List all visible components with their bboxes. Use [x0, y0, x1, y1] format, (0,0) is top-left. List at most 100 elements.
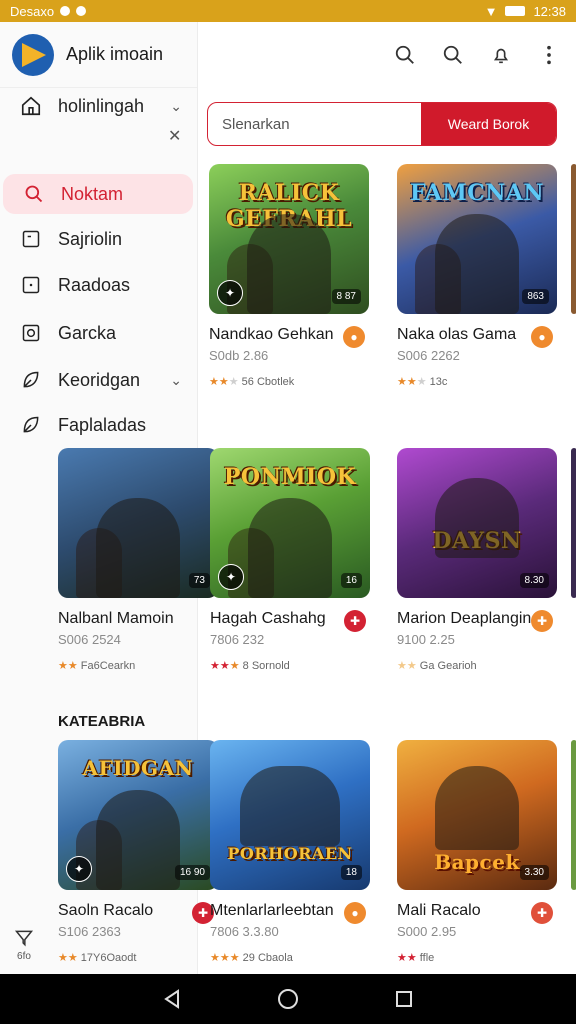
sidebar-home-header[interactable]: holinlingah ⌄ — [0, 86, 198, 126]
game-subtitle: 9100 2.25 — [397, 632, 455, 647]
game-card[interactable]: Bapcek 3.30 Mali Racalo S000 2.95 ★★ ffl… — [397, 740, 557, 964]
game-badge: 3.30 — [519, 865, 549, 880]
star-icon: ★ — [229, 660, 240, 672]
sidebar-item-label: Raadoas — [58, 274, 131, 295]
app-brand[interactable]: Aplik imoain — [0, 22, 197, 88]
add-icon[interactable]: ✚ — [531, 610, 553, 632]
game-subtitle: S106 2363 — [58, 924, 121, 939]
star-icon: ★★ — [58, 660, 78, 672]
star-icon: ★★ — [397, 660, 417, 672]
search-bar: Weard Borok — [207, 102, 557, 146]
next-card-peek[interactable] — [571, 448, 576, 598]
game-thumbnail[interactable]: Bapcek 3.30 — [397, 740, 557, 890]
game-title-art: FAMCNAN — [409, 180, 545, 206]
game-title-art: PONMIOK — [223, 464, 357, 490]
chevron-down-icon: ⌄ — [170, 97, 182, 114]
wifi-icon: ▼ — [484, 3, 498, 19]
game-subtitle: 7806 3.3.80 — [210, 924, 279, 939]
game-rating: ★★★ 56 Cbotlek — [209, 376, 295, 388]
game-thumbnail[interactable]: AFIDGAN ✦ 16 90 — [58, 740, 218, 890]
square-dot-icon — [20, 274, 42, 296]
game-badge: 16 90 — [174, 865, 210, 880]
game-card[interactable]: FAMCNAN 863 Naka olas Gama S006 2262 ★★★… — [397, 164, 557, 388]
home-icon — [21, 96, 41, 116]
section-title: KATEABRIA — [58, 713, 146, 730]
star-icon: ★★ — [397, 376, 417, 388]
game-name: Hagah Cashahg — [210, 610, 326, 627]
next-card-peek[interactable] — [571, 164, 576, 314]
sidebar-item-0[interactable]: Noktam — [3, 174, 193, 214]
game-rating: ★★ Fa6Cearkn — [58, 660, 136, 672]
more-vert-icon[interactable] — [536, 42, 562, 68]
notification-icon — [76, 6, 87, 16]
app-logo-icon — [12, 33, 54, 76]
game-thumbnail[interactable]: FAMCNAN 863 — [397, 164, 557, 314]
star-icon: ★★ — [397, 952, 417, 964]
game-card[interactable]: 73 Nalbanl Mamoin S006 2524 ★★ Fa6Cearkn — [58, 448, 218, 672]
toolbar — [392, 42, 562, 68]
game-thumbnail[interactable]: 73 — [58, 448, 218, 598]
game-title-art: PORHORAEN — [227, 844, 353, 863]
home-circle-icon[interactable] — [276, 987, 300, 1011]
feedback-button[interactable]: 6fo — [14, 928, 34, 962]
add-icon[interactable]: ✚ — [531, 902, 553, 924]
sidebar-item-label: Noktam — [61, 183, 124, 204]
next-card-peek[interactable] — [571, 740, 576, 890]
game-name: Mali Racalo — [397, 902, 481, 919]
sidebar-item-label: Garcka — [58, 322, 117, 343]
game-subtitle: S006 2524 — [58, 632, 121, 647]
search-button[interactable]: Weard Borok — [421, 103, 556, 145]
game-thumbnail[interactable]: DAYSN 8.30 — [397, 448, 557, 598]
sidebar-item-3[interactable]: Garcka — [0, 313, 198, 353]
add-icon[interactable]: ✚ — [344, 610, 366, 632]
game-rating: ★★★ 8 Sornold — [210, 660, 290, 672]
leaf-icon — [20, 414, 42, 436]
sidebar-item-1[interactable]: Sajriolin — [0, 219, 198, 259]
game-card[interactable]: RALICK GEFRAHL ✦ 8 87 Nandkao Gehkan S0d… — [209, 164, 369, 388]
notification-icon — [60, 6, 71, 16]
add-icon[interactable]: ● — [344, 902, 366, 924]
bell-icon[interactable] — [488, 42, 514, 68]
game-rating: ★★ 17Y6Oaodt — [58, 952, 137, 964]
add-icon[interactable]: ● — [343, 326, 365, 348]
game-card[interactable]: DAYSN 8.30 Marion Deaplangin 9100 2.25 ★… — [397, 448, 557, 672]
status-time: 12:38 — [533, 3, 566, 19]
game-rating: ★★ Ga Gearioh — [397, 660, 477, 672]
gamepad-icon: ✦ — [217, 280, 243, 306]
game-badge: 863 — [522, 289, 549, 304]
search-input[interactable] — [208, 103, 421, 145]
game-name: Nalbanl Mamoin — [58, 610, 174, 627]
sidebar-item-2[interactable]: Raadoas — [0, 265, 198, 305]
sidebar-header-label: holinlingah — [58, 95, 145, 116]
back-icon[interactable] — [160, 987, 184, 1011]
close-icon[interactable]: ✕ — [168, 126, 181, 146]
leaf-icon — [20, 369, 42, 391]
game-name: Saoln Racalo — [58, 902, 154, 919]
game-subtitle: S000 2.95 — [397, 924, 457, 939]
game-thumbnail[interactable]: PORHORAEN 18 — [210, 740, 370, 890]
star-icon: ★ — [416, 376, 427, 388]
game-badge: 73 — [188, 573, 210, 588]
recents-icon[interactable] — [392, 987, 416, 1011]
sidebar-item-5[interactable]: Faplaladas — [0, 405, 198, 445]
game-badge: 8.30 — [519, 573, 549, 588]
chevron-down-icon: ⌄ — [170, 371, 182, 388]
game-card[interactable]: AFIDGAN ✦ 16 90 Saoln Racalo S106 2363 ★… — [58, 740, 218, 964]
app-title: Aplik imoain — [66, 44, 164, 64]
search-icon[interactable] — [440, 42, 466, 68]
game-name: Naka olas Gama — [397, 326, 517, 343]
star-icon: ★★ — [58, 952, 78, 964]
game-card[interactable]: PORHORAEN 18 Mtenlarlarleebtan 7806 3.3.… — [210, 740, 370, 964]
game-thumbnail[interactable]: RALICK GEFRAHL ✦ 8 87 — [209, 164, 369, 314]
status-left-text: Desaxo — [10, 3, 55, 19]
add-icon[interactable]: ● — [531, 326, 553, 348]
search-icon[interactable] — [392, 42, 418, 68]
battery-icon — [505, 6, 526, 16]
game-name: Marion Deaplangin — [397, 610, 532, 627]
game-rating: ★★★ 13c — [397, 376, 448, 388]
game-thumbnail[interactable]: PONMIOK ✦ 16 — [210, 448, 370, 598]
game-card[interactable]: PONMIOK ✦ 16 Hagah Cashahg 7806 232 ★★★ … — [210, 448, 370, 672]
feedback-label: 6fo — [17, 951, 31, 962]
sidebar-item-4[interactable]: Keoridgan ⌄ — [0, 360, 198, 400]
game-badge: 16 — [340, 573, 362, 588]
